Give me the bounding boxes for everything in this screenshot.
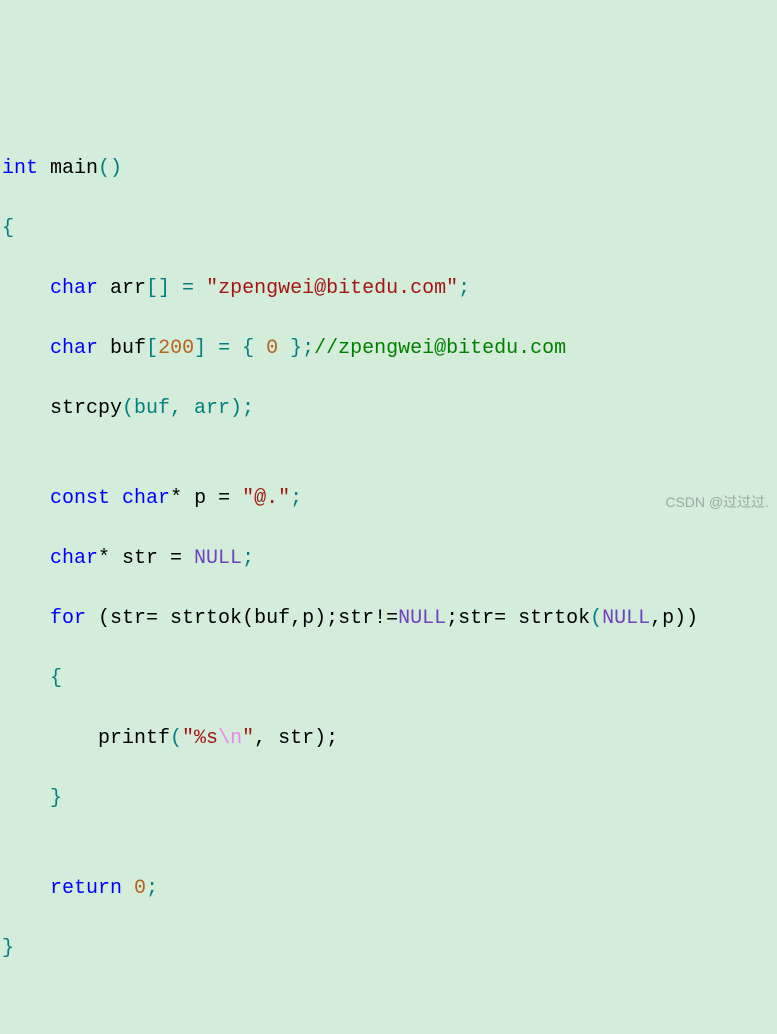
string-literal: "zpengwei@bitedu.com" [206, 277, 458, 300]
indent [2, 787, 50, 810]
parens: () [98, 157, 122, 180]
code-block: int main() { char arr[] = "zpengwei@bite… [2, 124, 775, 994]
keyword-return: return [50, 877, 122, 900]
function-strcpy: strcpy [50, 397, 122, 420]
function-main: main [38, 157, 98, 180]
args: (buf, arr); [122, 397, 254, 420]
punct: [] = [146, 277, 206, 300]
indent [2, 397, 50, 420]
code-line-12: } [2, 784, 775, 814]
code-line-7: const char* p = "@."; [2, 484, 775, 514]
string-close: " [242, 727, 254, 750]
indent [2, 337, 50, 360]
bracket-open: [ [146, 337, 158, 360]
keyword-for: for [50, 607, 86, 630]
close-brace: } [50, 787, 62, 810]
paren-open: ( [170, 727, 182, 750]
keyword-char: char [50, 337, 98, 360]
semicolon: ; [458, 277, 470, 300]
string-format: "%s [182, 727, 218, 750]
paren-open: ( [590, 607, 602, 630]
indent [2, 667, 50, 690]
code-line-14: return 0; [2, 874, 775, 904]
space [110, 487, 122, 510]
code-line-9: for (str= strtok(buf,p);str!=NULL;str= s… [2, 604, 775, 634]
indent [2, 547, 50, 570]
args: (buf,p);str!= [242, 607, 398, 630]
args: , str); [254, 727, 338, 750]
keyword-char: char [122, 487, 170, 510]
string-literal: "@." [242, 487, 290, 510]
function-strtok: strtok [170, 607, 242, 630]
indent [2, 277, 50, 300]
space [122, 877, 134, 900]
code-line-2: { [2, 214, 775, 244]
semicolon: ; [146, 877, 158, 900]
code-line-15: } [2, 934, 775, 964]
code-line-1: int main() [2, 154, 775, 184]
code-line-5: strcpy(buf, arr); [2, 394, 775, 424]
code-line-4: char buf[200] = { 0 };//zpengwei@bitedu.… [2, 334, 775, 364]
punct: ] = { [194, 337, 266, 360]
indent [2, 727, 98, 750]
punct: (str= [86, 607, 170, 630]
function-printf: printf [98, 727, 170, 750]
keyword-char: char [50, 547, 98, 570]
open-brace: { [50, 667, 62, 690]
null-macro: NULL [398, 607, 446, 630]
indent [2, 487, 50, 510]
open-brace: { [2, 217, 14, 240]
punct: ,p)) [650, 607, 698, 630]
number-0: 0 [266, 337, 278, 360]
semicolon: ; [290, 487, 302, 510]
watermark: CSDN @过过过. [665, 492, 769, 513]
code-line-8: char* str = NULL; [2, 544, 775, 574]
escape-newline: \n [218, 727, 242, 750]
code-line-10: { [2, 664, 775, 694]
identifier-arr: arr [98, 277, 146, 300]
comment: //zpengwei@bitedu.com [314, 337, 566, 360]
indent [2, 877, 50, 900]
identifier-buf: buf [98, 337, 146, 360]
number-0: 0 [134, 877, 146, 900]
keyword-char: char [50, 277, 98, 300]
code-line-11: printf("%s\n", str); [2, 724, 775, 754]
indent [2, 607, 50, 630]
close-brace: } [2, 937, 14, 960]
null-macro: NULL [602, 607, 650, 630]
punct: }; [278, 337, 314, 360]
null-macro: NULL [194, 547, 242, 570]
punct: * p = [170, 487, 242, 510]
keyword-int: int [2, 157, 38, 180]
punct: * str = [98, 547, 194, 570]
keyword-const: const [50, 487, 110, 510]
number-200: 200 [158, 337, 194, 360]
semicolon: ; [242, 547, 254, 570]
code-line-3: char arr[] = "zpengwei@bitedu.com"; [2, 274, 775, 304]
function-strtok: strtok [518, 607, 590, 630]
punct: ;str= [446, 607, 518, 630]
